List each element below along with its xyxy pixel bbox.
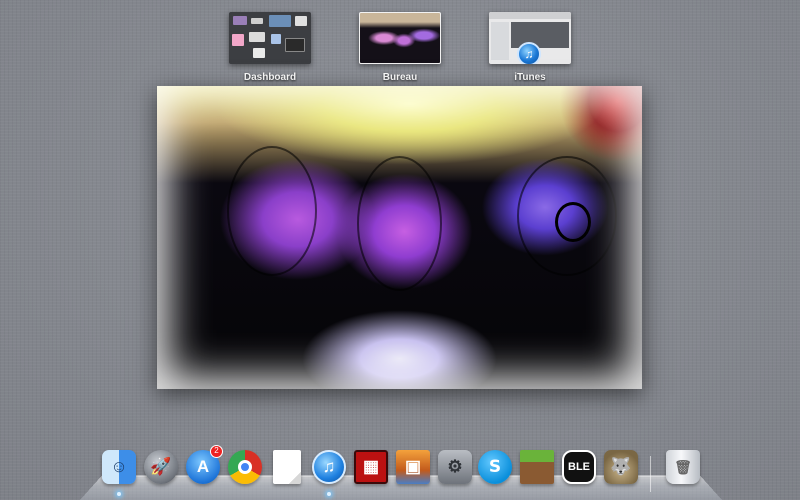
dock-item-photo-booth[interactable]: ▦ xyxy=(353,448,389,486)
bureau-thumbnail[interactable] xyxy=(359,12,441,64)
system-preferences-icon: ⚙ xyxy=(438,450,472,484)
dashboard-thumbnail[interactable] xyxy=(229,12,311,64)
dock-separator xyxy=(650,456,651,492)
space-label: Bureau xyxy=(382,72,418,83)
dock-item-trash[interactable]: 🗑 xyxy=(665,448,701,486)
dock-item-launchpad[interactable]: 🚀 xyxy=(143,448,179,486)
ble-label: BLE xyxy=(568,461,590,473)
notification-badge: 2 xyxy=(210,445,223,458)
space-bureau[interactable]: Bureau xyxy=(359,12,441,83)
dock-item-ble[interactable]: BLE xyxy=(561,448,597,486)
music-note-icon: ♫ xyxy=(517,42,541,64)
space-dashboard[interactable]: Dashboard xyxy=(229,12,311,83)
running-indicator xyxy=(117,492,121,496)
finder-icon: ☺ xyxy=(102,450,136,484)
trash-icon: 🗑 xyxy=(666,450,700,484)
photo-vignette xyxy=(157,86,642,389)
dock-item-itunes[interactable]: ♫ xyxy=(311,448,347,496)
skype-icon: S xyxy=(478,450,512,484)
dock-item-iphoto[interactable]: ▣ xyxy=(395,448,431,486)
dock-item-minecraft[interactable] xyxy=(519,448,555,486)
photo-window[interactable] xyxy=(157,86,642,389)
running-indicator xyxy=(327,492,331,496)
space-label: Dashboard xyxy=(243,72,297,83)
dock-item-chrome[interactable] xyxy=(227,448,263,486)
dock-item-finder[interactable]: ☺ xyxy=(101,448,137,496)
ble-icon: BLE xyxy=(562,450,596,484)
dock-item-skype[interactable]: S xyxy=(477,448,513,486)
dock-item-gimp[interactable]: 🐺 xyxy=(603,448,639,486)
gimp-icon: 🐺 xyxy=(604,450,638,484)
photo-booth-icon: ▦ xyxy=(354,450,388,484)
iphoto-icon: ▣ xyxy=(396,450,430,484)
minecraft-icon xyxy=(520,450,554,484)
itunes-thumbnail[interactable]: ♫ xyxy=(489,12,571,64)
dock-item-system-preferences[interactable]: ⚙ xyxy=(437,448,473,486)
space-itunes[interactable]: ♫ iTunes xyxy=(489,12,571,83)
dock-item-app-store[interactable]: A 2 xyxy=(185,445,223,486)
rocket-icon: 🚀 xyxy=(144,450,178,484)
chrome-icon xyxy=(228,450,262,484)
space-label: iTunes xyxy=(514,72,546,83)
itunes-icon: ♫ xyxy=(312,450,346,484)
document-icon xyxy=(273,450,301,484)
dock-item-document[interactable] xyxy=(269,448,305,486)
